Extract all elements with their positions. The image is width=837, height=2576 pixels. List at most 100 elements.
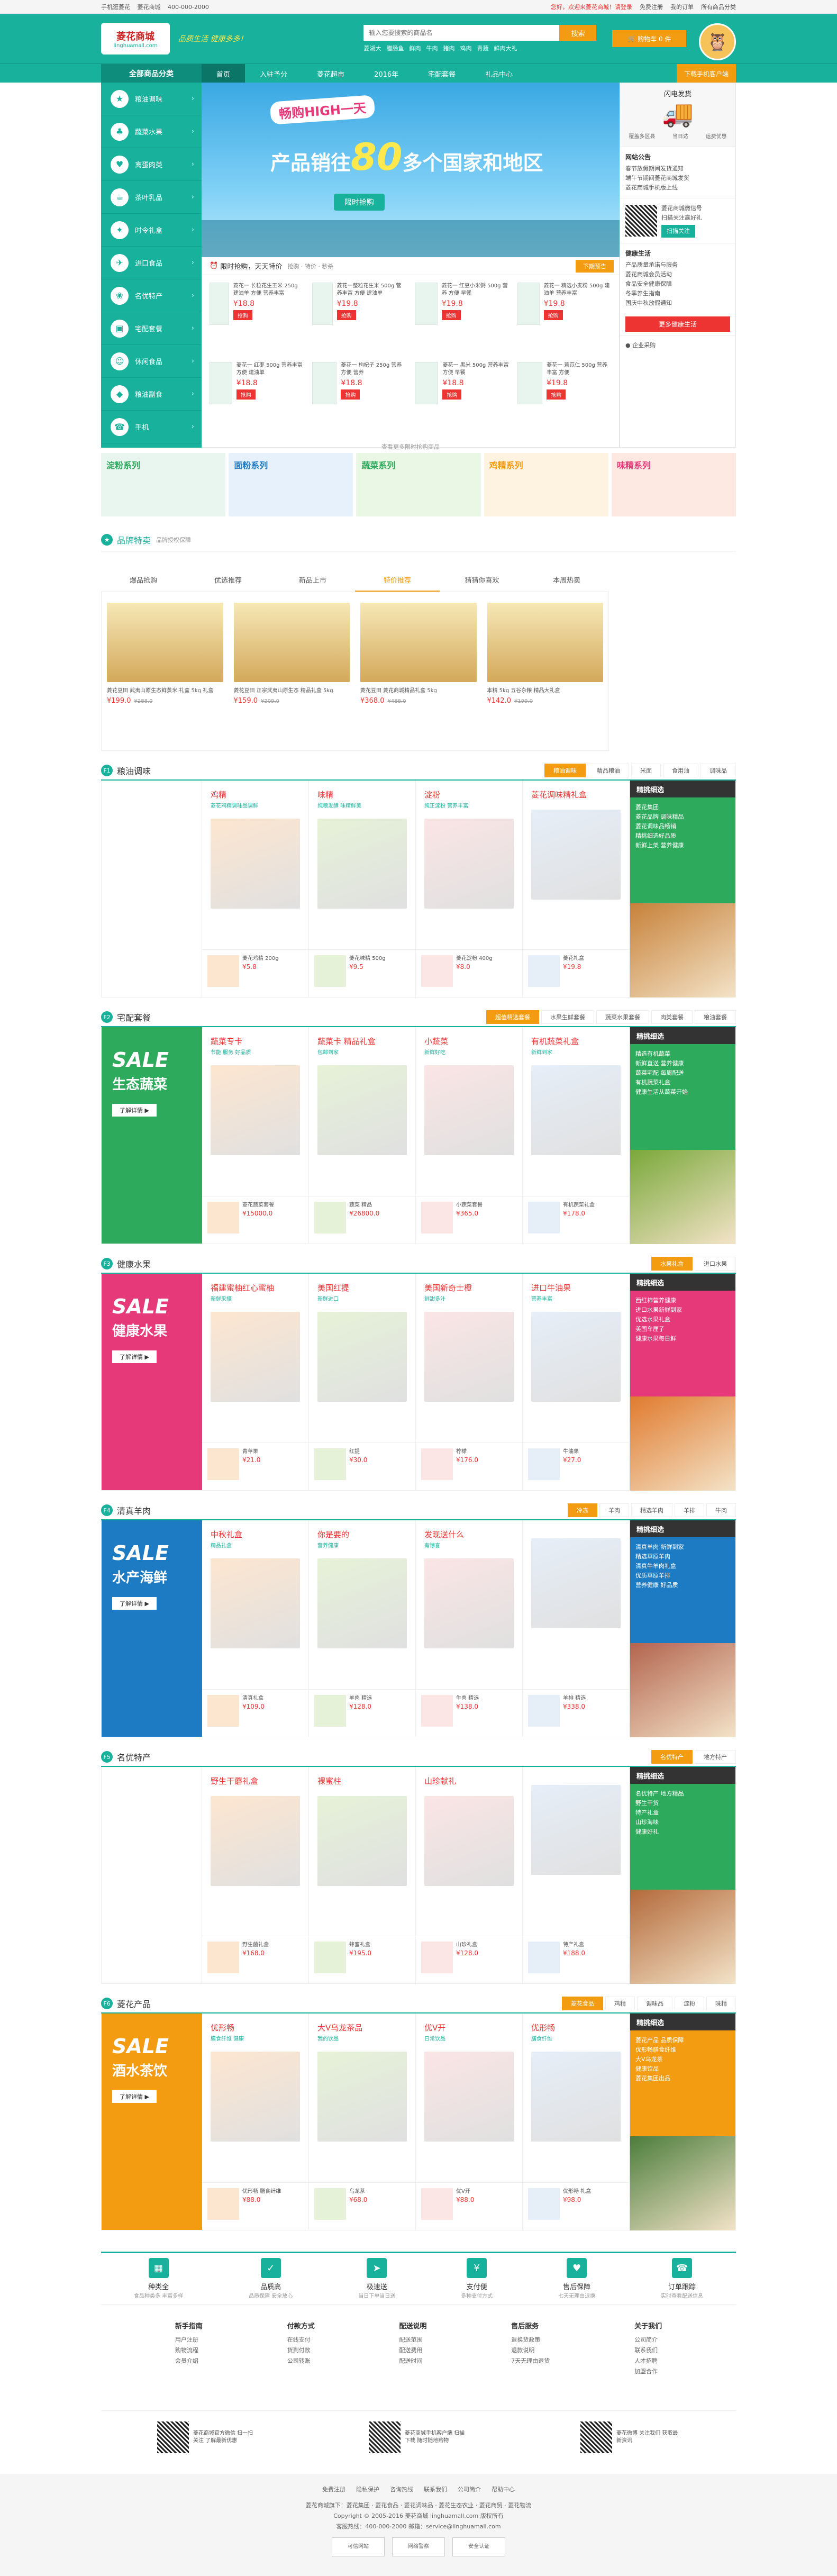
pick-item[interactable]: 健康饮品 [635, 2064, 730, 2074]
floor-banner[interactable] [102, 781, 202, 997]
footer-link[interactable]: 会员介绍 [175, 2356, 203, 2366]
site-logo[interactable]: 菱花商城 linghuamall.com [101, 23, 170, 55]
category-item[interactable]: ★ 粮油调味 › [101, 83, 202, 115]
nav-item[interactable]: 礼品中心 [470, 64, 527, 83]
flash-item[interactable]: 菱花一 薏苡仁 500g 营养丰富 方便 ¥19.8 抢购 [513, 358, 616, 437]
pick-item[interactable]: 精选有机蔬菜 [635, 1049, 730, 1059]
pick-item[interactable]: 健康水果每日鲜 [635, 1334, 730, 1344]
footer-link[interactable]: 退换货政策 [511, 2335, 550, 2345]
small-product[interactable]: 青苹果 ¥21.0 [202, 1443, 309, 1490]
small-product[interactable]: 特产礼盒 ¥188.0 [523, 1936, 630, 1983]
footer-link[interactable]: 配送费用 [399, 2345, 426, 2356]
footer-nav-link[interactable]: 联系我们 [424, 2484, 447, 2495]
small-product[interactable]: 菱花礼盒 ¥19.8 [523, 949, 630, 997]
footer-nav-link[interactable]: 免费注册 [322, 2484, 345, 2495]
pick-item[interactable]: 特产礼盒 [635, 1808, 730, 1818]
buy-button[interactable]: 抢购 [547, 389, 566, 400]
pick-item[interactable]: 美国车厘子 [635, 1325, 730, 1334]
main-banner[interactable]: 畅购HIGH一天 产品销往80多个国家和地区 限时抢购 [202, 83, 620, 257]
featured-product[interactable]: 味精 纯粮发酵 味精鲜美 [309, 781, 416, 949]
floor-banner[interactable]: SALE 水产海鲜 了解详情 ▶ [102, 1520, 202, 1737]
service-item[interactable]: ➤ 极速送 当日下单当日送 [358, 2258, 395, 2299]
category-item[interactable]: ✦ 时令礼盒 › [101, 214, 202, 247]
featured-product[interactable]: 菱花调味精礼盒 [523, 781, 630, 949]
footer-link[interactable]: 加盟合作 [634, 2366, 662, 2377]
small-product[interactable]: 菱花味精 500g ¥9.5 [309, 949, 416, 997]
notice-item[interactable]: 菱花商城手机版上线 [625, 183, 730, 193]
buy-button[interactable]: 抢购 [441, 310, 461, 320]
hot-keyword[interactable]: 鸡肉 [460, 44, 471, 52]
news-item[interactable]: 冬季养生指南 [625, 289, 730, 298]
small-product[interactable]: 蜂蜜礼盒 ¥195.0 [309, 1936, 416, 1983]
small-product[interactable]: 柠檬 ¥176.0 [416, 1443, 523, 1490]
category-item[interactable]: ☎ 手机 › [101, 411, 202, 443]
pick-item[interactable]: 大V乌龙茶 [635, 2055, 730, 2064]
pick-item[interactable]: 名优特产 地方精品 [635, 1789, 730, 1799]
small-product[interactable]: 牛油果 ¥27.0 [523, 1443, 630, 1490]
brand-item[interactable]: 菱花豆田 武夷山原生态鲜蒸米 礼盒 5kg 礼盒 ¥199.0 ¥288.0 [102, 592, 229, 750]
footer-nav-link[interactable]: 隐私保护 [356, 2484, 379, 2495]
pick-item[interactable]: 优选水果礼盒 [635, 1315, 730, 1325]
featured-product[interactable]: 裸蜜柱 [309, 1767, 416, 1936]
floor-tab[interactable]: 菱花食品 [562, 1997, 603, 2010]
small-product[interactable]: 山珍礼盒 ¥128.0 [416, 1936, 523, 1983]
pick-item[interactable]: 健康生活从蔬菜开始 [635, 1087, 730, 1097]
pick-item[interactable]: 进口水果新鲜到家 [635, 1305, 730, 1315]
buy-button[interactable]: 抢购 [442, 389, 462, 400]
floor-tab[interactable]: 冷冻 [568, 1503, 597, 1517]
hot-keyword[interactable]: 青蔬 [477, 44, 488, 52]
featured-product[interactable]: 优形畅 膳食纤维 [523, 2013, 630, 2182]
featured-product[interactable]: 中秋礼盒 精品礼盒 [202, 1520, 309, 1689]
category-item[interactable]: ☕ 茶叶乳品 › [101, 181, 202, 214]
floor-tab[interactable]: 精品粮油 [588, 764, 629, 777]
floor-tab[interactable]: 名优特产 [651, 1750, 693, 1764]
pick-item[interactable]: 有机蔬菜礼盒 [635, 1078, 730, 1087]
footer-link[interactable]: 用户注册 [175, 2335, 203, 2345]
all-categories[interactable]: 全部商品分类 [101, 64, 202, 83]
pick-item[interactable]: 清真牛羊肉礼盒 [635, 1562, 730, 1571]
brand-tab[interactable]: 特价推荐 [355, 570, 440, 592]
buy-button[interactable]: 抢购 [236, 389, 256, 400]
buy-button[interactable]: 抢购 [341, 389, 360, 400]
pick-item[interactable]: 新鲜直送 营养健康 [635, 1059, 730, 1068]
footer-link[interactable]: 在线支付 [287, 2335, 315, 2345]
detail-button[interactable]: 了解详情 ▶ [112, 1350, 157, 1363]
floor-banner[interactable]: SALE 酒水茶饮 了解详情 ▶ [102, 2013, 202, 2230]
trust-badge[interactable]: 安全认证 [452, 2537, 505, 2556]
flash-item[interactable]: 菱花一整粒花生米 500g 营养丰富 方便 建油单 ¥19.8 抢购 [308, 278, 411, 358]
small-product[interactable]: 优形畅 膳食纤维 ¥88.0 [202, 2182, 309, 2230]
featured-product[interactable]: 大V乌龙茶品 我的饮品 [309, 2013, 416, 2182]
all-products-link[interactable]: 所有商品分类 [701, 3, 736, 11]
category-item[interactable]: ▣ 宅配套餐 › [101, 312, 202, 345]
featured-product[interactable]: 山珍献礼 [416, 1767, 523, 1936]
register-link[interactable]: 免费注册 [640, 3, 663, 11]
download-app-button[interactable]: 下载手机客户端 [676, 64, 736, 83]
featured-product[interactable] [523, 1520, 630, 1689]
floor-tab[interactable]: 米面 [631, 764, 661, 777]
service-item[interactable]: ¥ 支付便 多种支付方式 [461, 2258, 493, 2299]
flash-item[interactable]: 菱花一 精选小麦粉 500g 建油单 营养丰富 ¥19.8 抢购 [513, 278, 616, 358]
nav-item[interactable]: 2016年 [359, 64, 413, 83]
featured-product[interactable]: 发现送什么 有惊喜 [416, 1520, 523, 1689]
news-item[interactable]: 国庆中秋放假通知 [625, 298, 730, 308]
floor-tab[interactable]: 肉类套餐 [651, 1010, 693, 1024]
trust-badge[interactable]: 网络警察 [392, 2537, 445, 2556]
small-product[interactable]: 菱花淀粉 400g ¥8.0 [416, 949, 523, 997]
hot-keyword[interactable]: 猪肉 [443, 44, 454, 52]
small-product[interactable]: 野生菌礼盒 ¥168.0 [202, 1936, 309, 1983]
detail-button[interactable]: 了解详情 ▶ [112, 1597, 157, 1610]
orders-link[interactable]: 我的订单 [670, 3, 694, 11]
small-product[interactable]: 有机蔬菜礼盒 ¥178.0 [523, 1196, 630, 1244]
pick-item[interactable]: 精挑细选好品质 [635, 831, 730, 841]
floor-tab[interactable]: 鸡精 [605, 1997, 635, 2010]
featured-product[interactable]: 进口牛油果 营养丰富 [523, 1274, 630, 1443]
flash-item[interactable]: 菱花一 长粒花生王米 250g 建油单 方便 营养丰富 ¥18.8 抢购 [205, 278, 308, 358]
flash-item[interactable]: 菱花一 黑米 500g 营养丰富 方便 早餐 ¥18.8 抢购 [411, 358, 513, 437]
flash-more-link[interactable]: 查看更多限时抢购商品 [202, 440, 619, 451]
category-item[interactable]: ☺ 休闲食品 › [101, 345, 202, 378]
featured-product[interactable]: 蔬菜卡 精品礼盒 包邮到家 [309, 1027, 416, 1196]
floor-banner[interactable]: SALE 健康水果 了解详情 ▶ [102, 1274, 202, 1490]
floor-tab[interactable]: 味精 [706, 1997, 736, 2010]
featured-product[interactable]: 美国新奇士橙 鲜甜多汁 [416, 1274, 523, 1443]
footer-nav-link[interactable]: 帮助中心 [492, 2484, 515, 2495]
